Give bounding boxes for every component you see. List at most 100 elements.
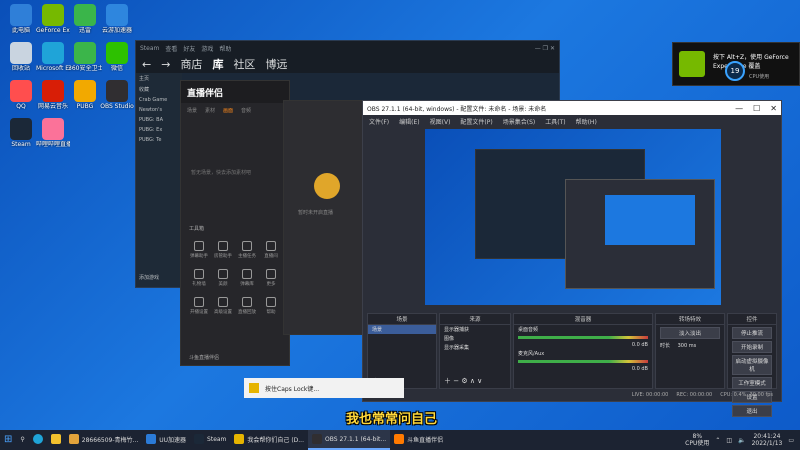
desktop-icon[interactable]: 微信 — [100, 42, 134, 72]
taskbar-app-button[interactable]: 我会帮你们自己 (D... — [230, 430, 308, 450]
assistant-tab[interactable]: 场景 — [187, 107, 197, 114]
tool-item[interactable]: 开播设置 — [187, 297, 211, 315]
tool-item[interactable]: 更多 — [259, 269, 283, 287]
steam-menu-steam[interactable]: Steam — [140, 45, 159, 52]
steam-tab-community[interactable]: 社区 — [233, 56, 255, 72]
desktop-icon[interactable]: QQ — [4, 80, 38, 110]
steam-menu-games[interactable]: 游戏 — [201, 44, 213, 53]
tool-item[interactable]: 帮助 — [259, 297, 283, 315]
desktop-icon[interactable]: Microsoft Edge — [36, 42, 70, 72]
desktop-icon[interactable]: OBS Studio — [100, 80, 134, 110]
desktop-icon[interactable]: 云游加速器 — [100, 4, 134, 34]
taskbar-app-button[interactable]: UU加速器 — [142, 430, 190, 450]
app-icon — [74, 4, 96, 26]
steam-add-game-button[interactable]: 添加游戏 — [136, 272, 162, 283]
steam-tab-store[interactable]: 商店 — [180, 56, 202, 72]
steam-tab-library[interactable]: 库 — [212, 56, 223, 72]
obs-menu-item[interactable]: 文件(F) — [369, 117, 389, 126]
steam-lib-game[interactable]: Newton's — [136, 105, 182, 115]
notifications-icon[interactable]: ▭ — [788, 437, 794, 444]
stop-streaming-button[interactable]: 停止推流 — [732, 327, 772, 339]
desktop-icon[interactable]: 迅雷 — [68, 4, 102, 34]
tool-item[interactable]: 弹幕助手 — [187, 241, 211, 259]
steam-titlebar[interactable]: Steam 查看 好友 游戏 帮助 — ❐ ✕ — [136, 41, 559, 55]
obs-menu-item[interactable]: 帮助(H) — [576, 117, 597, 126]
steam-lib-home[interactable]: 主页 — [136, 73, 182, 84]
transition-select[interactable]: 淡入淡出 — [660, 327, 720, 339]
taskbar-app-button[interactable]: 斗鱼直播伴侣 — [390, 430, 447, 450]
network-icon[interactable]: ◫ — [726, 437, 732, 444]
taskbar-search-button[interactable]: ⚲ — [16, 430, 28, 450]
taskbar-app-button[interactable]: 28666509-青梅竹... — [65, 430, 142, 450]
obs-menu-item[interactable]: 配置文件(P) — [460, 117, 492, 126]
obs-menu-item[interactable]: 工具(T) — [545, 117, 565, 126]
obs-preview-canvas[interactable] — [425, 129, 721, 305]
tool-item[interactable]: 房管助手 — [211, 241, 235, 259]
desktop-icon[interactable]: 360安全卫士 — [68, 42, 102, 72]
source-item[interactable]: 图像 — [440, 334, 510, 343]
desktop-icon[interactable]: 此电脑 — [4, 4, 38, 34]
steam-menu-friends[interactable]: 好友 — [183, 44, 195, 53]
obs-menu-item[interactable]: 场景集合(S) — [503, 117, 536, 126]
source-item[interactable]: 显示器捕获 — [440, 325, 510, 334]
virtual-camera-button[interactable]: 启动虚拟摄像机 — [732, 355, 772, 375]
mixer-track-db: 0.0 dB — [631, 366, 648, 372]
close-icon[interactable]: ✕ — [770, 104, 777, 113]
steam-menu-help[interactable]: 帮助 — [219, 44, 231, 53]
desktop-icon[interactable]: PUBG — [68, 80, 102, 110]
clock-time: 20:41:24 — [753, 433, 781, 440]
clock[interactable]: 20:41:24 2022/1/13 — [752, 433, 783, 447]
tool-item[interactable]: 高级设置 — [211, 297, 235, 315]
steam-lib-collections[interactable]: 收藏 — [136, 84, 182, 95]
obs-titlebar[interactable]: OBS 27.1.1 (64-bit, windows) - 配置文件: 未命名… — [363, 101, 781, 115]
steam-window-controls[interactable]: — ❐ ✕ — [535, 45, 555, 52]
stream-assistant-window[interactable]: 直播伴侣 场景 素材 画面 音频 暂无场景，快去添加素材吧 工具箱 弹幕助手 房… — [180, 80, 290, 366]
desktop-icon[interactable]: 哔哩哔哩直播姬 — [36, 118, 70, 148]
steam-forward-button[interactable]: → — [161, 58, 170, 71]
desktop-icon[interactable]: GeForce Experience — [36, 4, 70, 34]
obs-window[interactable]: OBS 27.1.1 (64-bit, windows) - 配置文件: 未命名… — [362, 100, 782, 417]
tool-item[interactable]: 主播任务 — [235, 241, 259, 259]
desktop-icon[interactable]: 网易云音乐 — [36, 80, 70, 110]
source-item[interactable]: 显示器采集 — [440, 343, 510, 352]
steam-lib-game[interactable]: PUBG: Ex — [136, 125, 182, 135]
preview-nested-canvas — [605, 195, 695, 245]
maximize-icon[interactable]: ☐ — [753, 104, 760, 113]
geforce-notification[interactable]: 按下 Alt+Z，使用 GeForce Experience 覆盖 19 CPU… — [672, 42, 800, 86]
steam-lib-game[interactable]: PUBG: Te — [136, 135, 182, 145]
assistant-tab[interactable]: 画面 — [223, 107, 233, 114]
assistant-tab[interactable]: 素材 — [205, 107, 215, 114]
steam-menu-view[interactable]: 查看 — [165, 44, 177, 53]
obs-window-controls[interactable]: — ☐ ✕ — [735, 104, 777, 113]
explorer-taskbar-button[interactable] — [47, 430, 65, 450]
tool-item[interactable]: 直播间 — [259, 241, 283, 259]
obs-menu-item[interactable]: 编辑(E) — [399, 117, 419, 126]
tool-item[interactable]: 直播回放 — [235, 297, 259, 315]
steam-lib-game[interactable]: Crab Game — [136, 95, 182, 105]
tool-item[interactable]: 弹幕库 — [235, 269, 259, 287]
volume-icon[interactable]: 🔈 — [738, 437, 745, 444]
start-recording-button[interactable]: 开始录制 — [732, 341, 772, 353]
taskbar-app-button[interactable]: OBS 27.1.1 (64-bit... — [308, 430, 391, 450]
edge-icon — [32, 434, 43, 444]
duration-field[interactable]: 300 ms — [678, 343, 697, 349]
exit-button[interactable]: 退出 — [732, 405, 772, 417]
desktop-icon[interactable]: 回收站 — [4, 42, 38, 72]
preview-placeholder-icon — [314, 173, 340, 199]
steam-lib-game[interactable]: PUBG: BA — [136, 115, 182, 125]
tool-item[interactable]: 礼物墙 — [187, 269, 211, 287]
taskbar-app-button[interactable]: Steam — [190, 430, 230, 450]
assistant-tab[interactable]: 音频 — [241, 107, 251, 114]
scene-item[interactable]: 场景 — [368, 325, 436, 334]
minimize-icon[interactable]: — — [735, 104, 743, 113]
steam-back-button[interactable]: ← — [142, 58, 151, 71]
start-button[interactable]: ⊞ — [0, 430, 16, 450]
tool-item[interactable]: 美颜 — [211, 269, 235, 287]
obs-menu-item[interactable]: 视图(V) — [430, 117, 451, 126]
studio-mode-button[interactable]: 工作室模式 — [732, 377, 772, 389]
tray-up-arrow-icon[interactable]: ⌃ — [715, 437, 720, 444]
desktop-icon[interactable]: Steam — [4, 118, 38, 148]
steam-tab-profile[interactable]: 博远 — [265, 56, 287, 72]
edge-taskbar-button[interactable] — [29, 430, 47, 450]
source-add-remove-buttons[interactable]: ＋ − ⚙ ∧ ∨ — [444, 376, 482, 386]
